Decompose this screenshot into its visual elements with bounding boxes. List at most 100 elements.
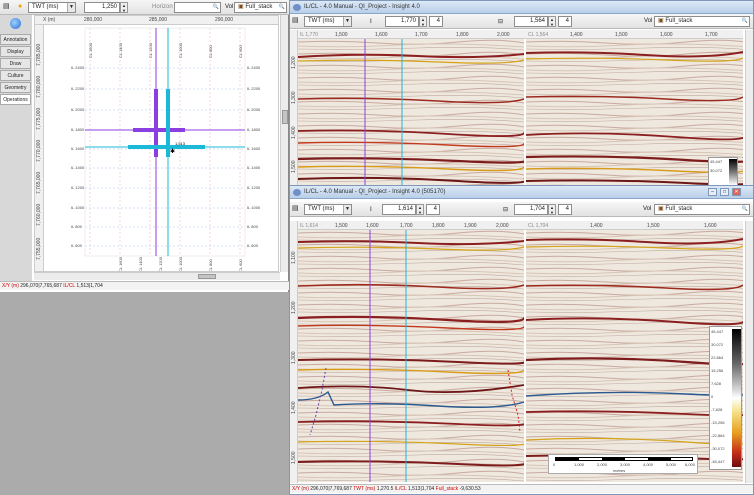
- cl-label: CL 600: [238, 45, 243, 58]
- cl-spinner[interactable]: ▲ ▼: [548, 204, 556, 215]
- globe-icon[interactable]: [10, 18, 21, 29]
- il-step-input[interactable]: 4: [429, 16, 443, 27]
- map-toolbar: ▤ ● TWT (ms) ▼ 1,250 ▲ ▼ Horizon 🔍 Vol ▣ F…: [0, 0, 289, 15]
- tab-geometry[interactable]: Geometry: [0, 82, 31, 93]
- map-canvas[interactable]: ✱ 1,513 X (m) 280,000 285,000 290,000 7,…: [34, 15, 279, 272]
- window-title: IL/CL - 4.0 Manual - QI_Project - Insigh…: [304, 4, 420, 10]
- time-input[interactable]: 1,250: [84, 2, 120, 13]
- status-ilcl-value: 1,513|1,704: [407, 486, 435, 492]
- chevron-down-icon: ▼: [67, 3, 75, 12]
- il-input[interactable]: 1,614: [382, 204, 416, 215]
- il-label: IL 2000: [247, 107, 261, 112]
- il-icon: Ⅰ: [370, 19, 372, 25]
- vol-label: Vol: [643, 206, 652, 212]
- x-tick: 1,400: [570, 32, 583, 38]
- time-spinner[interactable]: ▲ ▼: [120, 2, 128, 13]
- volume-select-value: Full_stack: [665, 18, 693, 24]
- search-icon: 🔍: [741, 205, 749, 214]
- map-horizontal-scrollbar[interactable]: [34, 272, 280, 280]
- cl-label: CL 800: [208, 45, 213, 58]
- scale-unit: metres: [613, 468, 626, 473]
- horizon-select[interactable]: 🔍: [174, 2, 221, 13]
- depth-tick: 1,500: [291, 451, 297, 464]
- status-xy-value: 296,070|7,765,687: [20, 283, 62, 289]
- domain-select[interactable]: TWT (ms) ▼: [28, 2, 76, 13]
- x-tick: 1,600: [704, 223, 717, 229]
- menu-icon[interactable]: ▤: [3, 2, 10, 11]
- close-button[interactable]: ✕: [732, 188, 741, 196]
- section-status-bar: X/Y (m) 296,070|7,769,687 TWT (ms) 1,270…: [290, 484, 753, 493]
- status-ilcl-label: IL/CL: [394, 486, 407, 492]
- section-vertical-scrollbar[interactable]: [745, 221, 753, 483]
- section-top-axis: [298, 221, 743, 230]
- legend-value: -7,628: [711, 407, 723, 412]
- domain-select[interactable]: TWT (ms) ▼: [304, 16, 352, 27]
- cl-icon: ⊟: [498, 19, 504, 25]
- section-toolbar: ▤ TWT (ms) ▼ Ⅰ 1,614 ▲ ▼ 4 ⊟ 1,704 ▲ ▼ 4 Vo…: [290, 202, 753, 217]
- il-section-panel[interactable]: [298, 230, 524, 482]
- cl-input[interactable]: 1,704: [514, 204, 548, 215]
- window-title: IL/CL - 4.0 Manual - QI_Project - Insigh…: [304, 189, 446, 195]
- map-vertical-scrollbar[interactable]: [280, 15, 288, 272]
- scale-tick: 5,000: [666, 462, 677, 467]
- il-section-panel[interactable]: [298, 39, 524, 191]
- legend-value: 0: [711, 394, 714, 399]
- color-legend: 45,447 30,072 22,864 15,256 7,628 0 -7,6…: [709, 326, 742, 470]
- section-toolbar: ▤ TWT (ms) ▼ Ⅰ 1,770 ▲ ▼ 4 ⊟ 1,564 ▲ ▼ 4 Vo…: [290, 14, 753, 29]
- il-spinner[interactable]: ▲ ▼: [416, 204, 424, 215]
- il-label: IL 600: [71, 243, 82, 248]
- tab-display[interactable]: Display: [0, 46, 31, 57]
- cl-spinner[interactable]: ▲ ▼: [548, 16, 556, 27]
- color-legend: 45,447 30,072: [708, 157, 738, 187]
- tab-draw[interactable]: Draw: [0, 58, 31, 69]
- x-tick: 1,800: [456, 32, 469, 38]
- map-panel: ▤ ● TWT (ms) ▼ 1,250 ▲ ▼ Horizon 🔍 Vol ▣ F…: [0, 0, 289, 292]
- depth-tick: 1,400: [291, 401, 297, 414]
- volume-select[interactable]: ▣ Full_stack 🔍: [234, 2, 287, 13]
- il-input[interactable]: 1,770: [385, 16, 419, 27]
- status-xy-value: 296,070|7,769,687: [310, 486, 352, 492]
- il-spinner[interactable]: ▲ ▼: [419, 16, 427, 27]
- il-label: IL 1800: [247, 127, 261, 132]
- il-label: IL 1600: [71, 146, 85, 151]
- cl-step-input[interactable]: 4: [558, 204, 572, 215]
- vol-label: Vol: [644, 18, 653, 24]
- il-label: IL 1200: [247, 185, 261, 190]
- section-window-top: IL/CL - 4.0 Manual - QI_Project - Insigh…: [289, 0, 754, 192]
- cl-input[interactable]: 1,564: [514, 16, 548, 27]
- maximize-button[interactable]: □: [720, 188, 729, 196]
- scrollbar-thumb[interactable]: [198, 274, 216, 279]
- volume-select[interactable]: ▣ Full_stack 🔍: [654, 16, 750, 27]
- il-label: IL 2400: [71, 65, 85, 70]
- il-section-label: IL 1,614: [300, 223, 318, 229]
- cl-label: CL 1000: [178, 257, 183, 272]
- cl-label: CL 1600: [118, 257, 123, 272]
- section-vertical-scrollbar[interactable]: [745, 30, 753, 192]
- cl-label: CL 600: [238, 259, 243, 272]
- window-title-bar[interactable]: IL/CL - 4.0 Manual - QI_Project - Insigh…: [290, 1, 753, 14]
- cl-label: CL 1600: [88, 43, 93, 58]
- depth-tick: 1,500: [291, 160, 297, 173]
- il-step-input[interactable]: 4: [426, 204, 440, 215]
- menu-icon[interactable]: ▤: [292, 204, 299, 213]
- tab-operations[interactable]: Operations: [0, 94, 31, 105]
- tab-annotation[interactable]: Annotation: [0, 34, 31, 45]
- cl-label: CL 1200: [158, 257, 163, 272]
- menu-icon[interactable]: ▤: [292, 16, 299, 25]
- search-icon: 🔍: [741, 17, 749, 26]
- cl-icon: ⊟: [503, 207, 509, 213]
- volume-select[interactable]: ▣ Full_stack 🔍: [654, 204, 750, 215]
- y-tick: 7,765,000: [36, 171, 42, 194]
- minimize-button[interactable]: –: [708, 188, 717, 196]
- x-tick: 285,000: [149, 17, 168, 23]
- il-label: IL 1000: [247, 205, 261, 210]
- il-label: IL 800: [247, 224, 258, 229]
- y-tick: 7,780,000: [36, 75, 42, 98]
- domain-select[interactable]: TWT (ms) ▼: [304, 204, 352, 215]
- tab-culture[interactable]: Culture: [0, 70, 31, 81]
- y-tick: 7,755,000: [36, 237, 42, 260]
- scrollbar-thumb[interactable]: [282, 110, 288, 124]
- cl-step-input[interactable]: 4: [558, 16, 572, 27]
- window-title-bar[interactable]: IL/CL - 4.0 Manual - QI_Project - Insigh…: [290, 186, 753, 199]
- map-status-bar: X/Y (m) 296,070|7,765,687 IL/CL 1,513|1,…: [0, 281, 289, 290]
